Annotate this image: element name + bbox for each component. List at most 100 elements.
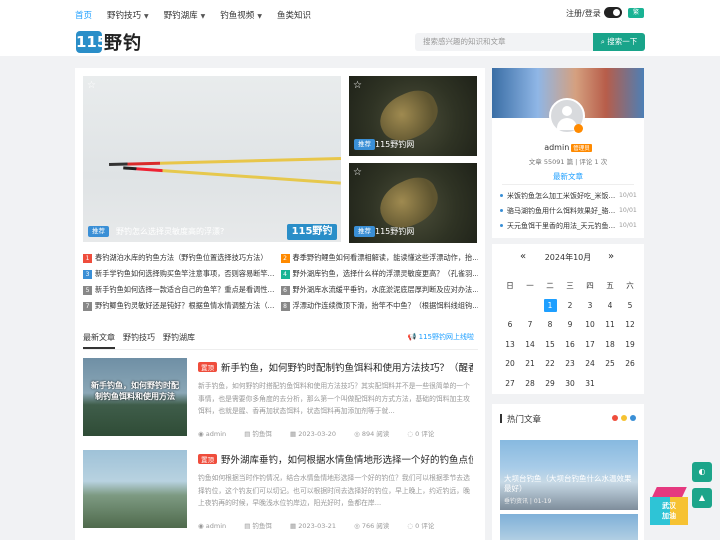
nav-fish-knowledge[interactable]: 鱼类知识 (277, 9, 311, 21)
tab-tips[interactable]: 野钓技巧 (123, 332, 155, 343)
theme-toggle[interactable] (604, 7, 622, 18)
chevron-down-icon: ▼ (200, 13, 206, 20)
star-icon[interactable]: ☆ (87, 80, 96, 91)
calendar-day[interactable]: 5 (620, 301, 640, 310)
calendar-day[interactable]: 21 (520, 359, 540, 368)
rank-badge: 3 (83, 269, 92, 279)
category-link[interactable]: ▤ 钓鱼饵 (244, 522, 280, 530)
calendar-day[interactable]: 10 (580, 320, 600, 329)
top-list-text: 春季野钓鲤鱼如何看漂相解读，能读懂这些浮漂动作，抬... (292, 253, 479, 262)
article-image[interactable]: 新手钓鱼，如何野钓时配制钓鱼饵料和使用方法 (83, 358, 187, 436)
article-card[interactable]: 置顶 野外湖库垂钓，如何根据水情鱼情地形选择一个好的钓鱼点位? 钓鱼如何根据当时作… (83, 450, 478, 536)
calendar-day[interactable]: 30 (560, 379, 580, 388)
calendar-day[interactable]: 3 (580, 301, 600, 310)
author-name[interactable]: admin 管理员 (492, 143, 644, 152)
article-title[interactable]: 置顶 新手钓鱼，如何野钓时配制钓鱼饵料和使用方法技巧？（醒香... (198, 360, 473, 374)
top-list-item[interactable]: 6 野外湖库水流缓平垂钓，水底淤泥底层厚判断及应对办法... (280, 282, 479, 298)
thumb-caption[interactable]: 115野钓网 (375, 226, 414, 237)
calendar-day[interactable]: 25 (600, 359, 620, 368)
calendar-day[interactable]: 28 (520, 379, 540, 388)
calendar-day[interactable]: 19 (620, 340, 640, 349)
featured-thumb[interactable]: ☆ 推荐 115野钓网 (349, 76, 477, 156)
calendar-day[interactable]: 17 (580, 340, 600, 349)
top-list-item[interactable]: 8 浮漂动作连续微顶下滑，抬竿不中鱼？（根据饵料线组钩... (280, 298, 478, 314)
next-month-button[interactable]: » (608, 251, 614, 262)
top-list-item[interactable]: 4 野外湖库钓鱼，选择什么样的浮漂灵敏度更高？（孔雀羽... (280, 266, 478, 282)
article-excerpt: 新手钓鱼，如何野钓时搭配钓鱼饵料和使用方法技巧？其实配饵料并不是一些很简单的一个… (198, 382, 470, 415)
article-card[interactable]: 新手钓鱼，如何野钓时配制钓鱼饵料和使用方法 置顶 新手钓鱼，如何野钓时配制钓鱼饵料… (83, 358, 478, 444)
article-image[interactable] (83, 450, 187, 528)
back-to-top-button[interactable]: ▲ (692, 488, 712, 508)
weekday-label: 日 (506, 281, 514, 291)
login-link[interactable]: 注册/登录 (566, 8, 601, 19)
search-button[interactable]: ⌕ 搜索一下 (593, 33, 645, 51)
calendar-day[interactable]: 12 (620, 320, 640, 329)
cube-badge[interactable]: 武汉 加油 (650, 487, 688, 527)
site-logo[interactable]: 115 野钓 (76, 30, 142, 54)
calendar-day[interactable]: 6 (500, 320, 520, 329)
hero-slide[interactable]: ☆ 推荐 野钓怎么选择灵敏度高的浮漂? 115野钓 (83, 76, 341, 242)
rank-badge: 8 (280, 301, 290, 311)
list-item[interactable]: 天元鱼饵干里香的用法_天元钓鱼... 10/01 (500, 218, 640, 233)
list-item[interactable]: 骆马湖钓鱼用什么饵料效果好_骆... 10/01 (500, 203, 640, 218)
calendar-day[interactable]: 11 (600, 320, 620, 329)
star-icon[interactable]: ☆ (353, 80, 362, 91)
comments-icon: ◌ 0 评论 (407, 430, 435, 438)
calendar-day[interactable]: 2 (560, 301, 580, 310)
calendar-day[interactable]: 22 (540, 359, 560, 368)
calendar-day[interactable]: 4 (600, 301, 620, 310)
nav-tips[interactable]: 野钓技巧 ▼ (107, 9, 149, 21)
tab-latest[interactable]: 最新文章 (83, 332, 115, 349)
calendar-day[interactable]: 14 (520, 340, 540, 349)
calendar-day[interactable]: 7 (520, 320, 540, 329)
top-list-text: 野外湖库水流缓平垂钓，水底淤泥底层厚判断及应对办法... (292, 285, 479, 294)
calendar-day[interactable]: 29 (540, 379, 560, 388)
top-list-item[interactable]: 1 春钓湖泊水库的钓鱼方法（野钓鱼位置选择技巧方法） (83, 250, 281, 266)
article-title[interactable]: 置顶 野外湖库垂钓，如何根据水情鱼情地形选择一个好的钓鱼点位? (198, 452, 473, 466)
calendar-day[interactable]: 27 (500, 379, 520, 388)
thumb-caption[interactable]: 115野钓网 (375, 139, 414, 150)
announcement-link[interactable]: 📢 115野钓网上线啦 (408, 332, 474, 342)
top-list-item[interactable]: 5 新手钓鱼如何选择一款适合自己的鱼竿？重点是看调性... (83, 282, 281, 298)
nav-lakes[interactable]: 野钓湖库 ▼ (164, 9, 206, 21)
top-list-row: 7 野钓鲫鱼钓灵敏好还是钝好？根据鱼情水情调整方法（... 8 浮漂动作连续微顶下滑，… (83, 298, 478, 314)
calendar-day[interactable]: 18 (600, 340, 620, 349)
calendar-day[interactable]: 23 (560, 359, 580, 368)
calendar-day[interactable]: 8 (540, 320, 560, 329)
tab-lakes[interactable]: 野钓湖库 (163, 332, 195, 343)
calendar-day[interactable]: 9 (560, 320, 580, 329)
language-button[interactable]: 繁 (628, 8, 644, 18)
list-item[interactable]: 米饭钓鱼怎么加工米饭好吃_米饭... 10/01 (500, 188, 640, 203)
dot-icon (630, 415, 636, 421)
nav-home[interactable]: 首页 (75, 9, 92, 21)
calendar-day[interactable]: 16 (560, 340, 580, 349)
search-input[interactable]: 搜索感兴趣的知识和文章 (415, 33, 593, 51)
top-list-item[interactable]: 7 野钓鲫鱼钓灵敏好还是钝好？根据鱼情水情调整方法（... (83, 298, 281, 314)
calendar-day[interactable]: 26 (620, 359, 640, 368)
top-list-item[interactable]: 2 春季野钓鲤鱼如何看漂相解读，能读懂这些浮漂动作，抬... (280, 250, 479, 266)
calendar-title: 2024年10月 (544, 253, 592, 262)
hero-tag: 推荐 (88, 226, 109, 237)
hot-article-image[interactable] (500, 514, 638, 540)
chevron-down-icon: ▼ (144, 13, 149, 20)
article-meta: ◉ admin ▤ 钓鱼饵 ▦ 2023-03-20 ◎ 894 阅读 ◌ 0 … (198, 428, 450, 438)
hot-article-caption[interactable]: 大坝台钓鱼（大坝台钓鱼什么水温效果最好） (504, 474, 632, 494)
star-icon[interactable]: ☆ (353, 167, 362, 178)
featured-thumb[interactable]: ☆ 推荐 115野钓网 (349, 163, 477, 243)
weekday-label: 三 (566, 281, 574, 291)
author-icon: ◉ admin (198, 430, 227, 438)
chat-button[interactable]: ◐ (692, 462, 712, 482)
calendar-day[interactable]: 20 (500, 359, 520, 368)
calendar-day[interactable]: 15 (540, 340, 560, 349)
article-excerpt: 钓鱼如何根据当时作钓情况，结合水情鱼情地形选择一个好的钓位？我们可以根据季节去选… (198, 474, 470, 507)
hero-caption[interactable]: 野钓怎么选择灵敏度高的浮漂? (116, 226, 224, 237)
calendar-day[interactable]: 1 (540, 298, 560, 312)
calendar-day[interactable]: 24 (580, 359, 600, 368)
rank-badge: 7 (83, 301, 92, 311)
hot-article-image[interactable]: 大坝台钓鱼（大坝台钓鱼什么水温效果最好） 垂钓资讯 | 01-19 (500, 440, 638, 510)
category-link[interactable]: ▤ 钓鱼饵 (244, 430, 280, 438)
calendar-day[interactable]: 13 (500, 340, 520, 349)
top-list-item[interactable]: 3 新手学钓鱼如何选择购买鱼竿注意事项，否则容易断竿... (83, 266, 281, 282)
calendar-day[interactable]: 31 (580, 379, 600, 388)
nav-videos[interactable]: 钓鱼视频 ▼ (220, 9, 262, 21)
